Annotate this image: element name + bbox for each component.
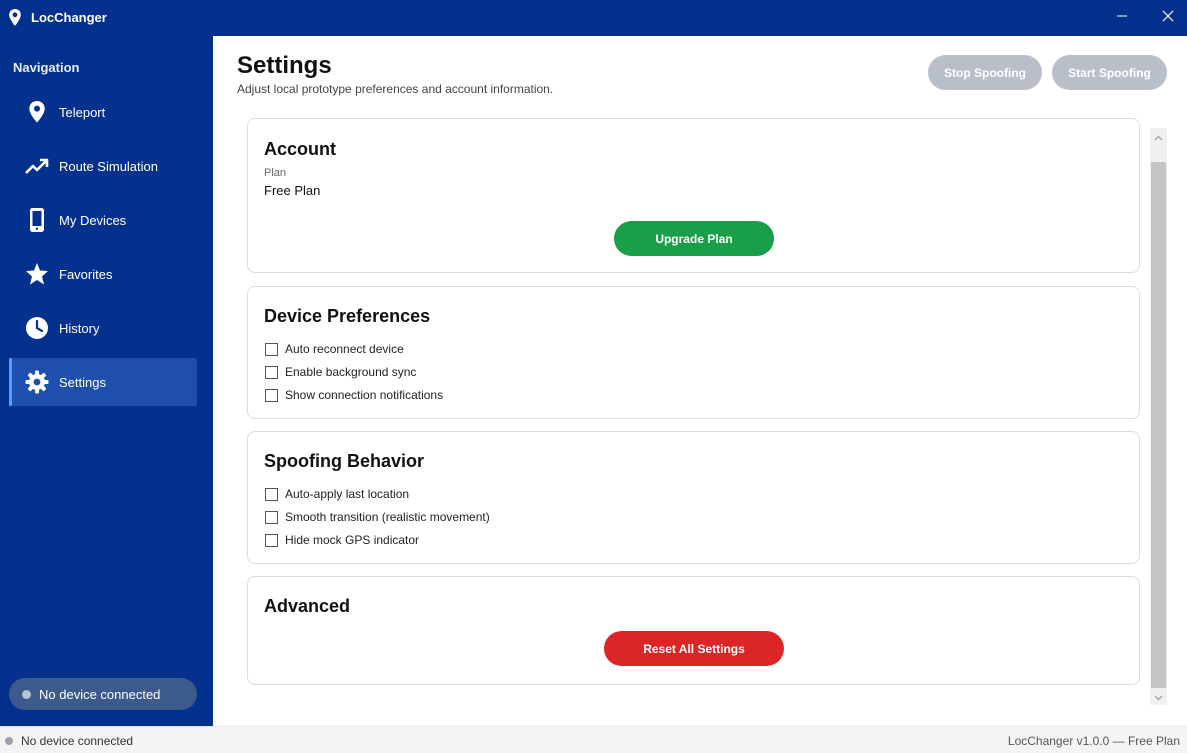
sidebar-item-label: Route Simulation <box>59 158 158 174</box>
device-status-text: No device connected <box>39 686 161 702</box>
close-button[interactable] <box>1145 0 1187 36</box>
account-card: Account Plan Free Plan Upgrade Plan <box>247 118 1140 273</box>
device-preferences-card: Device Preferences Auto reconnect device… <box>247 286 1140 419</box>
app-title: LocChanger <box>31 10 107 25</box>
sidebar-item-teleport[interactable]: Teleport <box>9 88 197 136</box>
scroll-down-button[interactable] <box>1150 688 1167 705</box>
plan-label: Plan <box>264 167 287 179</box>
background-sync-checkbox[interactable]: Enable background sync <box>265 364 416 380</box>
version-text: LocChanger v1.0.0 — Free Plan <box>1007 734 1180 748</box>
smooth-transition-checkbox[interactable]: Smooth transition (realistic movement) <box>265 509 490 525</box>
sidebar-item-label: My Devices <box>59 212 127 228</box>
clock-icon <box>24 315 50 341</box>
card-title: Account <box>264 139 336 159</box>
chevron-down-icon <box>1154 688 1163 706</box>
connection-notifications-checkbox[interactable]: Show connection notifications <box>265 387 443 403</box>
trending-up-icon <box>24 153 50 179</box>
map-pin-icon <box>7 8 23 28</box>
sidebar-item-label: Settings <box>59 374 106 390</box>
status-dot <box>22 689 31 699</box>
scroll-up-button[interactable] <box>1150 128 1167 145</box>
auto-reconnect-checkbox[interactable]: Auto reconnect device <box>265 341 404 357</box>
sidebar-item-route-simulation[interactable]: Route Simulation <box>9 142 197 190</box>
auto-apply-location-checkbox[interactable]: Auto-apply last location <box>265 486 409 502</box>
checkbox-label: Auto reconnect device <box>285 342 404 356</box>
checkbox-box[interactable] <box>265 487 278 501</box>
checkbox-box[interactable] <box>265 342 278 356</box>
nav-heading: Navigation <box>13 60 80 75</box>
sidebar-item-favorites[interactable]: Favorites <box>9 250 197 298</box>
checkbox-label: Hide mock GPS indicator <box>285 533 420 547</box>
sidebar-item-my-devices[interactable]: My Devices <box>9 196 197 244</box>
gear-icon <box>24 369 50 395</box>
status-bar: No device connected LocChanger v1.0.0 — … <box>0 726 1187 753</box>
status-left-text: No device connected <box>21 734 134 748</box>
smartphone-icon <box>24 207 50 233</box>
page-subtitle: Adjust local prototype preferences and a… <box>237 82 554 96</box>
reset-settings-button[interactable]: Reset All Settings <box>604 631 784 666</box>
card-title: Spoofing Behavior <box>264 451 425 471</box>
sidebar-item-history[interactable]: History <box>9 304 197 352</box>
spoofing-behavior-card: Spoofing Behavior Auto-apply last locati… <box>247 431 1140 564</box>
hide-mock-gps-checkbox[interactable]: Hide mock GPS indicator <box>265 532 419 548</box>
chevron-up-icon <box>1154 128 1163 146</box>
sidebar-item-settings[interactable]: Settings <box>9 358 197 406</box>
minimize-button[interactable] <box>1099 0 1145 36</box>
map-pin-icon <box>24 99 50 125</box>
stop-spoofing-button[interactable]: Stop Spoofing <box>928 55 1042 90</box>
checkbox-box[interactable] <box>265 388 278 402</box>
device-status-pill: No device connected <box>9 678 197 710</box>
card-title: Advanced <box>264 596 351 616</box>
checkbox-box[interactable] <box>265 365 278 379</box>
sidebar-item-label: Favorites <box>59 266 113 282</box>
checkbox-label: Auto-apply last location <box>285 487 410 501</box>
scrollbar-thumb[interactable] <box>1151 162 1166 688</box>
start-spoofing-button[interactable]: Start Spoofing <box>1052 55 1167 90</box>
sidebar: Navigation Teleport Route Simulation My … <box>0 36 213 726</box>
status-dot <box>5 737 13 745</box>
page-title: Settings <box>237 52 332 79</box>
sidebar-item-label: Teleport <box>59 104 106 120</box>
sidebar-item-label: History <box>59 320 100 336</box>
advanced-card: Advanced Reset All Settings <box>247 576 1140 685</box>
minimize-icon <box>1116 9 1128 27</box>
plan-value: Free Plan <box>264 183 321 198</box>
upgrade-plan-button[interactable]: Upgrade Plan <box>614 221 774 256</box>
checkbox-label: Smooth transition (realistic movement) <box>285 510 490 524</box>
vertical-scrollbar[interactable] <box>1150 128 1167 705</box>
title-bar: LocChanger <box>0 0 1187 36</box>
star-icon <box>24 261 50 287</box>
checkbox-label: Enable background sync <box>285 365 417 379</box>
card-title: Device Preferences <box>264 306 431 326</box>
checkbox-box[interactable] <box>265 510 278 524</box>
checkbox-box[interactable] <box>265 533 278 547</box>
close-icon <box>1162 9 1174 27</box>
checkbox-label: Show connection notifications <box>285 388 444 402</box>
